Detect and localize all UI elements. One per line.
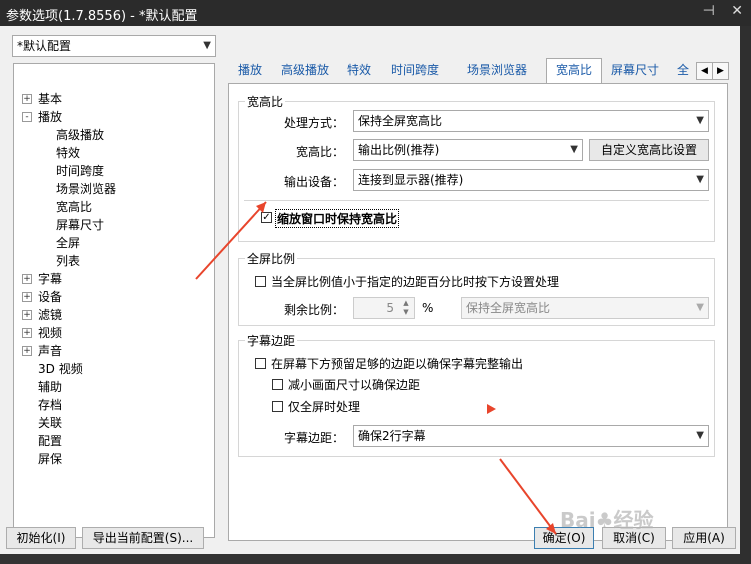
arrow-to-ok [499,458,557,535]
annotation-arrows [195,201,557,535]
arrow-to-checkbox [195,201,267,280]
arrow-head-icon [546,523,556,534]
